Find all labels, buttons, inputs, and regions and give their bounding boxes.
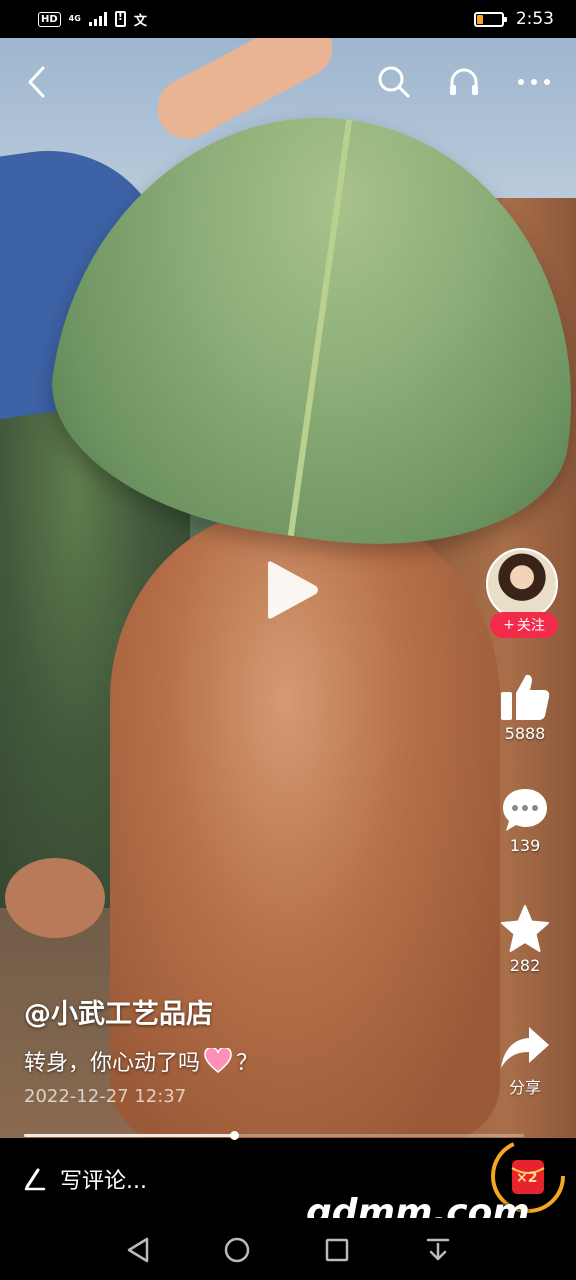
avatar[interactable] (486, 548, 558, 620)
video-description: 转身，你心动了吗 ？ (24, 1045, 258, 1077)
network-type: 4G (68, 14, 81, 23)
comment-button[interactable]: 139 (486, 786, 564, 855)
input-method-icon: 文 (133, 13, 147, 29)
top-nav (0, 60, 576, 104)
share-arrow-icon (501, 1027, 549, 1068)
author-avatar-group: + 关注 (486, 548, 564, 638)
back-button[interactable] (14, 60, 58, 104)
pull-down-icon (426, 1238, 450, 1261)
plus-icon: + (503, 617, 515, 633)
pink-heart-icon (204, 1048, 232, 1073)
listen-button[interactable] (442, 60, 486, 104)
follow-label: 关注 (516, 618, 545, 634)
search-button[interactable] (372, 60, 416, 104)
signal-icon (88, 12, 107, 26)
square-recents-icon (325, 1238, 349, 1262)
like-count: 5888 (504, 724, 546, 743)
share-label: 分享 (508, 1078, 541, 1097)
battery-icon (473, 11, 507, 27)
battery-level (476, 14, 483, 24)
status-left: HD 4G 文 (38, 10, 147, 29)
clock: 2:53 (515, 9, 554, 29)
right-action-rail: + 关注 5888 139 282 分享 (486, 548, 564, 1097)
more-button[interactable] (512, 60, 556, 104)
play-button[interactable] (262, 560, 322, 620)
chevron-left-icon (28, 66, 45, 98)
pencil-icon (24, 1168, 46, 1191)
reward-multiplier: ×2 (516, 1170, 538, 1186)
sim-alert-icon (114, 10, 126, 27)
system-nav-bar (0, 1218, 576, 1280)
progress-knob[interactable] (230, 1131, 239, 1140)
thumbs-up-icon (501, 674, 550, 720)
system-home-button[interactable] (217, 1230, 257, 1270)
progress-fill (24, 1134, 234, 1137)
status-right: 2:53 (473, 9, 554, 29)
triangle-back-icon (127, 1237, 149, 1263)
post-date: 2022-12-27 12:37 (24, 1086, 187, 1107)
system-back-button[interactable] (118, 1230, 158, 1270)
system-recents-button[interactable] (317, 1230, 357, 1270)
favorite-button[interactable]: 282 (486, 904, 564, 975)
comment-input[interactable]: 写评论... (24, 1163, 147, 1195)
share-button[interactable]: 分享 (486, 1024, 564, 1098)
search-icon (378, 66, 410, 98)
playback-progress-bar[interactable] (24, 1131, 524, 1140)
favorite-count: 282 (509, 956, 541, 975)
video-stump (5, 858, 105, 938)
more-dots-icon (518, 79, 550, 85)
follow-button[interactable]: + 关注 (490, 612, 558, 638)
author-name[interactable]: @小武工艺品店 (24, 992, 213, 1031)
status-bar: HD 4G 文 2:53 (0, 0, 576, 38)
comment-count: 139 (509, 836, 541, 855)
hd-badge: HD (38, 11, 61, 27)
comment-bubble-icon (503, 789, 547, 831)
star-icon (501, 905, 549, 952)
comment-placeholder: 写评论... (60, 1169, 147, 1194)
description-text: 转身，你心动了吗 (24, 1051, 201, 1076)
headphones-icon (450, 68, 478, 95)
like-button[interactable]: 5888 (486, 672, 564, 743)
system-notification-button[interactable] (418, 1230, 458, 1270)
play-icon (268, 561, 318, 619)
description-text-end: ？ (236, 1051, 259, 1076)
circle-home-icon (224, 1237, 250, 1263)
